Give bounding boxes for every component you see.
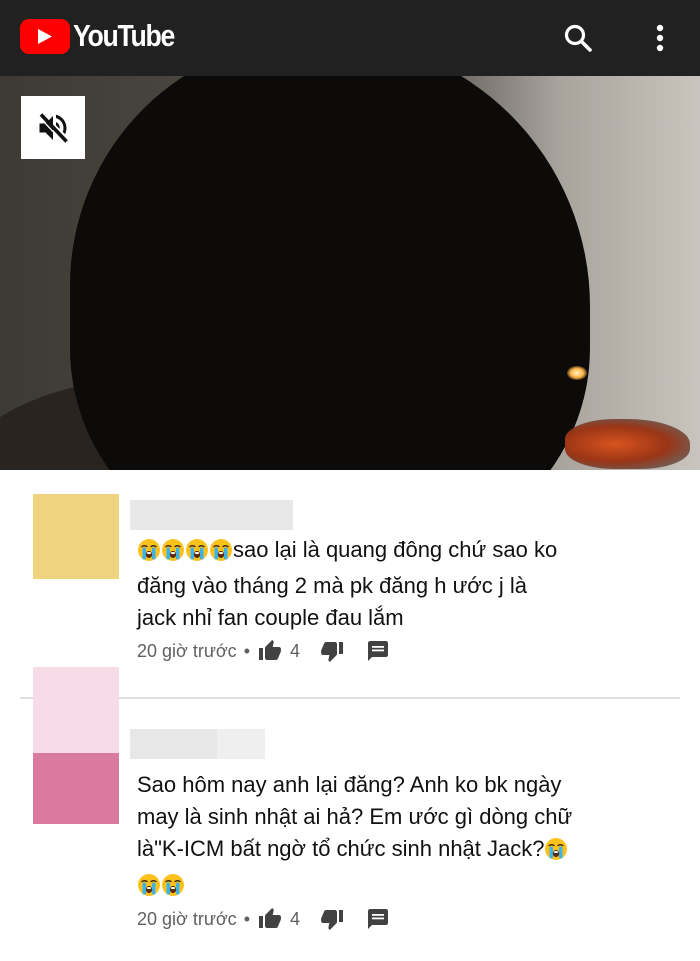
cake [565,419,690,469]
loudly-crying-face-emoji [162,874,184,896]
like-count: 4 [290,640,301,661]
loudly-crying-face-emoji [545,838,568,860]
loudly-crying-face-emoji [210,539,232,561]
author-name-redacted [130,500,293,530]
comment-line: sao lại là quang đông chứ sao ko [233,537,558,562]
more-vert-icon[interactable] [640,18,680,58]
loudly-crying-face-emoji [138,539,160,561]
youtube-logo[interactable]: YouTube [20,18,191,54]
avatar-placeholder [33,667,119,753]
like-icon[interactable] [258,639,282,663]
separator: • [243,640,250,661]
dislike-icon[interactable] [320,639,344,663]
avatar[interactable] [33,494,119,579]
like-icon[interactable] [258,907,282,931]
comment-divider [20,697,680,699]
comment-item: sao lại là quang đông chứ sao ko đăng và… [0,470,700,698]
loudly-crying-face-emoji [162,539,184,561]
crying-emoji-group [137,538,233,570]
search-icon[interactable] [558,18,598,58]
author-name-redacted [130,729,217,759]
top-app-bar: YouTube [0,0,700,76]
unmute-button[interactable] [21,96,85,159]
comment-time: 20 giờ trước [137,640,237,661]
comment-text: Sao hôm nay anh lại đăng? Anh ko bk ngày… [137,769,677,905]
volume-off-icon [38,112,68,144]
comment-text: sao lại là quang đông chứ sao ko đăng và… [137,534,677,634]
crying-emoji-group [544,837,568,869]
author-name-redacted [217,729,265,759]
app-name: YouTube [73,18,175,53]
comment-meta: 20 giờ trước • 4 [137,638,390,664]
separator: • [243,908,250,929]
reply-icon[interactable] [366,639,390,663]
crying-emoji-group [137,873,185,905]
comment-item: Sao hôm nay anh lại đăng? Anh ko bk ngày… [0,667,700,961]
comment-line: Sao hôm nay anh lại đăng? Anh ko bk ngày [137,772,562,797]
comment-line: đăng vào tháng 2 mà pk đăng h ước j là [137,573,527,598]
loudly-crying-face-emoji [138,874,160,896]
like-count: 4 [290,908,301,929]
comment-time: 20 giờ trước [137,908,237,929]
youtube-play-icon [20,18,70,54]
comment-meta: 20 giờ trước • 4 [137,906,390,932]
comment-line: may là sinh nhật ai hả? Em ước gì dòng c… [137,804,573,829]
video-frame-element [70,76,590,470]
candle-flame [567,366,587,380]
avatar[interactable] [33,753,119,824]
video-player[interactable] [0,76,700,470]
loudly-crying-face-emoji [186,539,208,561]
comment-line: jack nhỉ fan couple đau lắm [137,605,404,630]
reply-icon[interactable] [366,907,390,931]
dislike-icon[interactable] [320,907,344,931]
comment-line: là"K-ICM bất ngờ tổ chức sinh nhật Jack? [137,836,545,861]
